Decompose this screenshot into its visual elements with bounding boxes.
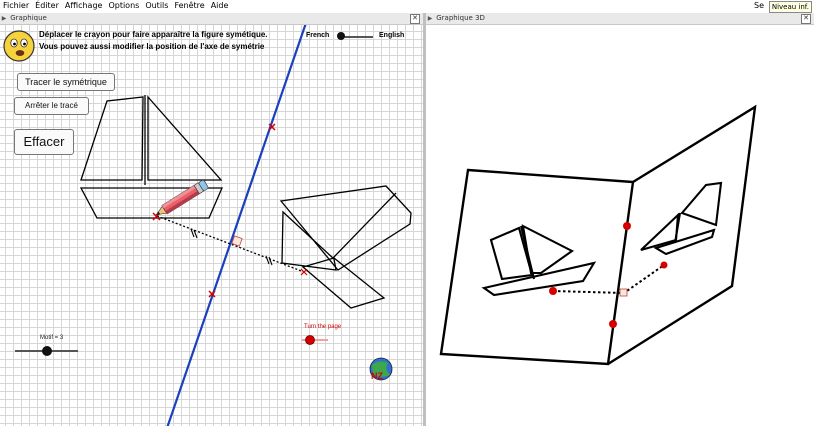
right-page <box>607 104 757 366</box>
axis-point-3d-bottom[interactable] <box>609 320 617 328</box>
graphics-view-3d[interactable] <box>426 25 814 426</box>
close-icon[interactable]: ✕ <box>410 14 420 24</box>
svg-text:NZ: NZ <box>371 371 383 381</box>
symmetry-axis[interactable] <box>166 25 307 426</box>
trace-symmetric-button[interactable]: Tracer le symétrique <box>17 73 115 91</box>
motif-label: Motif = 3 <box>40 335 64 341</box>
turn-page-label: Turn the page <box>304 324 342 330</box>
pencil-icon[interactable] <box>153 179 209 219</box>
right-page-sailboat <box>640 181 723 256</box>
menu-affichage[interactable]: Affichage <box>62 0 106 12</box>
geometry-canvas-3d[interactable] <box>426 25 814 426</box>
left-page <box>439 168 635 366</box>
menu-right-text[interactable]: Se <box>754 0 764 12</box>
menu-outils[interactable]: Outils <box>142 0 171 12</box>
pencil-point-3d[interactable] <box>549 287 557 295</box>
menu-fenetre[interactable]: Fenêtre <box>171 0 207 12</box>
stop-trace-button[interactable]: Arrêter le tracé <box>14 97 89 115</box>
graphics-view-2d[interactable]: NZ Déplacer le crayon pour faire apparaî… <box>0 25 423 426</box>
instruction-line-1: Déplacer le crayon pour faire apparaître… <box>39 30 268 39</box>
reflected-point <box>300 268 308 276</box>
graphics-panel-title: Graphique <box>10 14 47 22</box>
instruction-line-2: Vous pouvez aussi modifier la position d… <box>39 42 265 51</box>
menu-aide[interactable]: Aide <box>208 0 232 12</box>
menu-editer[interactable]: Éditer <box>32 0 62 12</box>
language-slider-knob[interactable] <box>337 32 345 40</box>
menu-options[interactable]: Options <box>105 0 142 12</box>
clear-button[interactable]: Effacer <box>14 129 74 155</box>
book-pages <box>439 104 757 366</box>
equal-length-marks <box>190 228 273 266</box>
collapse-arrow-icon[interactable]: ▶ <box>426 13 434 24</box>
reflected-point-3d <box>660 261 668 269</box>
lang-english-label: English <box>379 32 405 39</box>
menu-bar: Fichier Éditer Affichage Options Outils Fenêt… <box>0 0 814 12</box>
lang-french-label: French <box>306 32 330 39</box>
left-page-sailboat <box>481 224 597 297</box>
smiley-icon <box>3 30 35 62</box>
reflected-sailboat <box>279 185 412 309</box>
instruction-text: Déplacer le crayon pour faire apparaître… <box>39 29 268 53</box>
tooltip: Niveau inf. <box>768 1 812 13</box>
menu-fichier[interactable]: Fichier <box>0 0 32 12</box>
graphics3d-panel-titlebar: ▶ Graphique 3D ✕ <box>426 13 814 25</box>
globe-logo-icon: NZ <box>369 357 393 381</box>
original-sailboat <box>79 95 223 219</box>
graphics3d-panel-title: Graphique 3D <box>436 14 485 22</box>
turn-page-point[interactable] <box>305 335 315 345</box>
close-icon[interactable]: ✕ <box>801 14 811 24</box>
right-angle-mark-3d <box>619 288 628 297</box>
collapse-arrow-icon[interactable]: ▶ <box>0 13 8 24</box>
graphics-panel-titlebar: ▶ Graphique ✕ <box>0 13 423 25</box>
axis-point-3d-top[interactable] <box>623 222 631 230</box>
motif-slider-knob[interactable] <box>42 346 52 356</box>
